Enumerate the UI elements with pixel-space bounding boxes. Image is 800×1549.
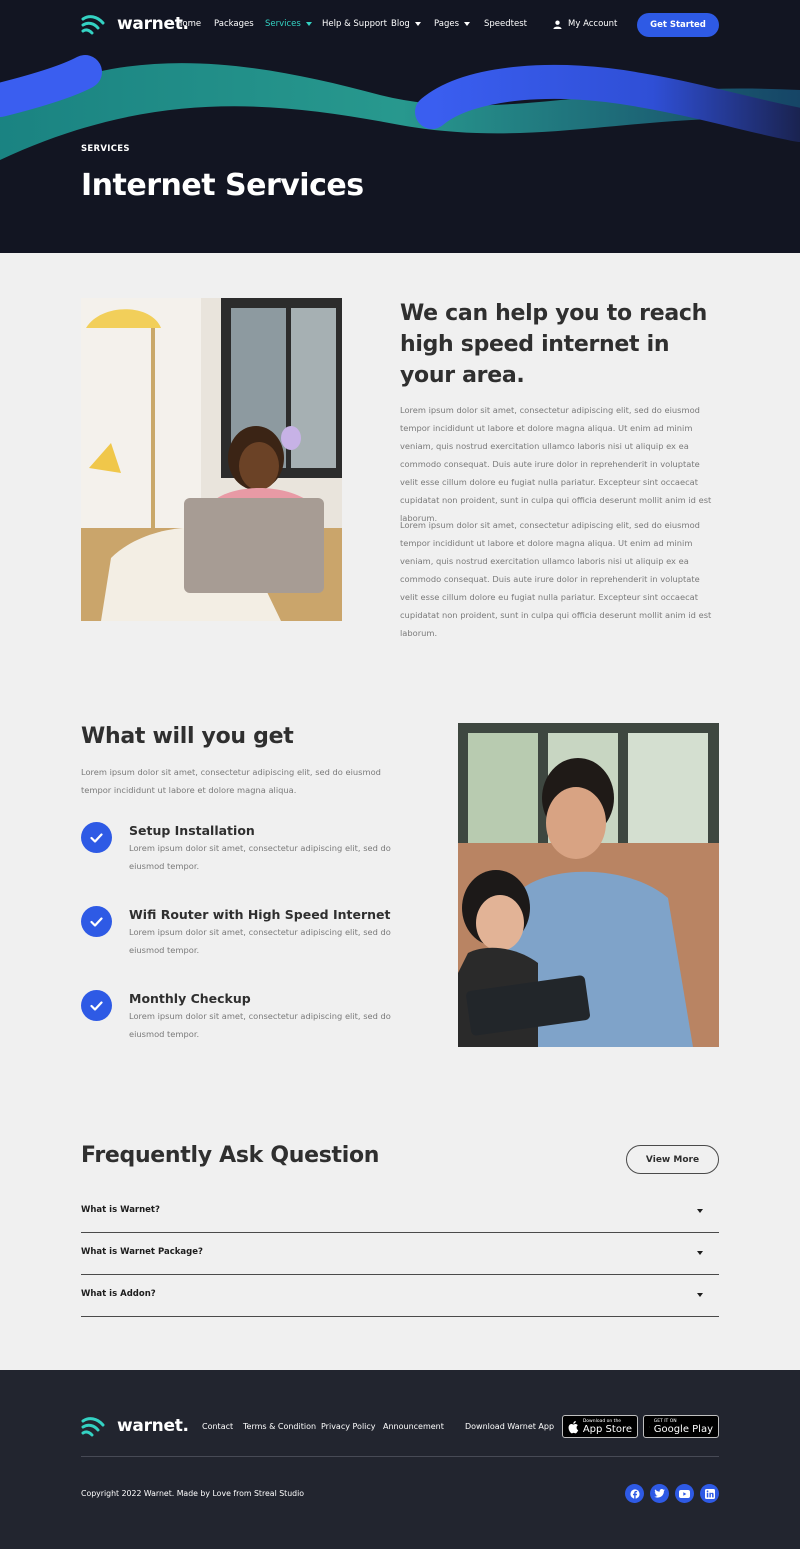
nav-blog[interactable]: Blog — [391, 19, 421, 29]
google-play-icon — [649, 1426, 650, 1427]
faq-accordion-item[interactable]: What is Warnet? — [81, 1191, 719, 1233]
chevron-down-icon — [414, 22, 421, 26]
breadcrumb-eyebrow: SERVICES — [81, 144, 130, 154]
nav-label: Services — [265, 19, 301, 29]
hero-section: warnet. Home Packages Services Help & Su… — [0, 0, 800, 253]
footer-logo[interactable]: warnet. — [81, 1415, 189, 1437]
nav-label: Speedtest — [484, 19, 527, 29]
nav-label: Blog — [391, 19, 410, 29]
check-icon — [81, 906, 112, 937]
facebook-icon[interactable] — [625, 1484, 644, 1503]
nav-pages[interactable]: Pages — [434, 19, 471, 29]
photo-illustration — [458, 723, 719, 1047]
nav-services[interactable]: Services — [265, 19, 312, 29]
faq-question: What is Addon? — [81, 1289, 156, 1299]
footer-link-privacy[interactable]: Privacy Policy — [321, 1422, 376, 1431]
nav-speedtest[interactable]: Speedtest — [484, 19, 527, 29]
account-label: My Account — [568, 19, 618, 29]
copyright-text: Copyright 2022 Warnet. Made by Love from… — [81, 1489, 305, 1498]
feature-description: Lorem ipsum dolor sit amet, consectetur … — [129, 927, 391, 955]
nav-label: Packages — [214, 19, 254, 29]
store-big-text: App Store — [582, 1423, 632, 1435]
get-started-button[interactable]: Get Started — [637, 13, 719, 37]
woman-laptop-photo — [81, 298, 342, 621]
feature-title: Wifi Router with High Speed Internet — [129, 907, 391, 922]
feature-item: Wifi Router with High Speed Internet Lor… — [81, 906, 411, 976]
footer-link-terms[interactable]: Terms & Condition — [243, 1422, 316, 1431]
youtube-icon[interactable] — [675, 1484, 694, 1503]
nav-label: Home — [176, 19, 202, 29]
view-more-button[interactable]: View More — [626, 1145, 719, 1174]
check-icon — [81, 822, 112, 853]
footer-link-announcement[interactable]: Announcement — [383, 1422, 444, 1431]
main-navigation: warnet. Home Packages Services Help & Su… — [0, 0, 800, 50]
nav-packages[interactable]: Packages — [214, 19, 254, 29]
nav-label: Pages — [434, 19, 460, 29]
feature-item: Monthly Checkup Lorem ipsum dolor sit am… — [81, 990, 411, 1060]
nav-label: Help & Support — [322, 19, 388, 29]
intro-heading: We can help you to reach high speed inte… — [400, 301, 707, 388]
caret-down-icon[interactable] — [697, 1293, 703, 1297]
site-footer: warnet. Contact Terms & Condition Privac… — [0, 1370, 800, 1549]
feature-title: Setup Installation — [129, 823, 255, 838]
twitter-icon[interactable] — [650, 1484, 669, 1503]
nav-help-support[interactable]: Help & Support — [322, 19, 387, 29]
feature-item: Setup Installation Lorem ipsum dolor sit… — [81, 822, 411, 892]
benefits-intro: Lorem ipsum dolor sit amet, consectetur … — [81, 767, 381, 795]
faq-accordion-item[interactable]: What is Warnet Package? — [81, 1233, 719, 1275]
download-app-label: Download Warnet App — [465, 1422, 555, 1431]
photo-illustration — [81, 298, 342, 621]
intro-paragraph: Lorem ipsum dolor sit amet, consectetur … — [400, 405, 712, 523]
nav-home[interactable]: Home — [176, 19, 201, 29]
faq-heading: Frequently Ask Question — [81, 1143, 380, 1168]
faq-accordion-item[interactable]: What is Addon? — [81, 1275, 719, 1317]
chevron-down-icon — [464, 22, 471, 26]
feature-description: Lorem ipsum dolor sit amet, consectetur … — [129, 843, 391, 871]
page-title: Internet Services — [81, 168, 364, 203]
feature-title: Monthly Checkup — [129, 991, 251, 1006]
wifi-wave-logo-icon — [81, 15, 105, 35]
site-logo[interactable]: warnet. — [81, 13, 189, 35]
linkedin-icon[interactable] — [700, 1484, 719, 1503]
footer-divider — [81, 1456, 719, 1457]
intro-paragraph: Lorem ipsum dolor sit amet, consectetur … — [400, 520, 712, 638]
chevron-down-icon — [305, 22, 312, 26]
my-account-link[interactable]: My Account — [553, 19, 617, 29]
footer-link-contact[interactable]: Contact — [202, 1422, 233, 1431]
wifi-wave-logo-icon — [81, 1417, 105, 1437]
check-icon — [81, 990, 112, 1021]
faq-question: What is Warnet? — [81, 1205, 160, 1215]
caret-down-icon[interactable] — [697, 1251, 703, 1255]
benefits-heading: What will you get — [81, 724, 294, 749]
caret-down-icon[interactable] — [697, 1209, 703, 1213]
store-big-text: Google Play — [653, 1423, 713, 1435]
logo-text: warnet. — [117, 1416, 189, 1436]
apple-icon — [568, 1420, 579, 1433]
feature-description: Lorem ipsum dolor sit amet, consectetur … — [129, 1011, 391, 1039]
father-daughter-tablet-photo — [458, 723, 719, 1047]
app-store-badge[interactable]: Download on the App Store — [562, 1415, 638, 1438]
user-icon — [553, 20, 562, 29]
faq-question: What is Warnet Package? — [81, 1247, 203, 1257]
google-play-badge[interactable]: GET IT ON Google Play — [643, 1415, 719, 1438]
